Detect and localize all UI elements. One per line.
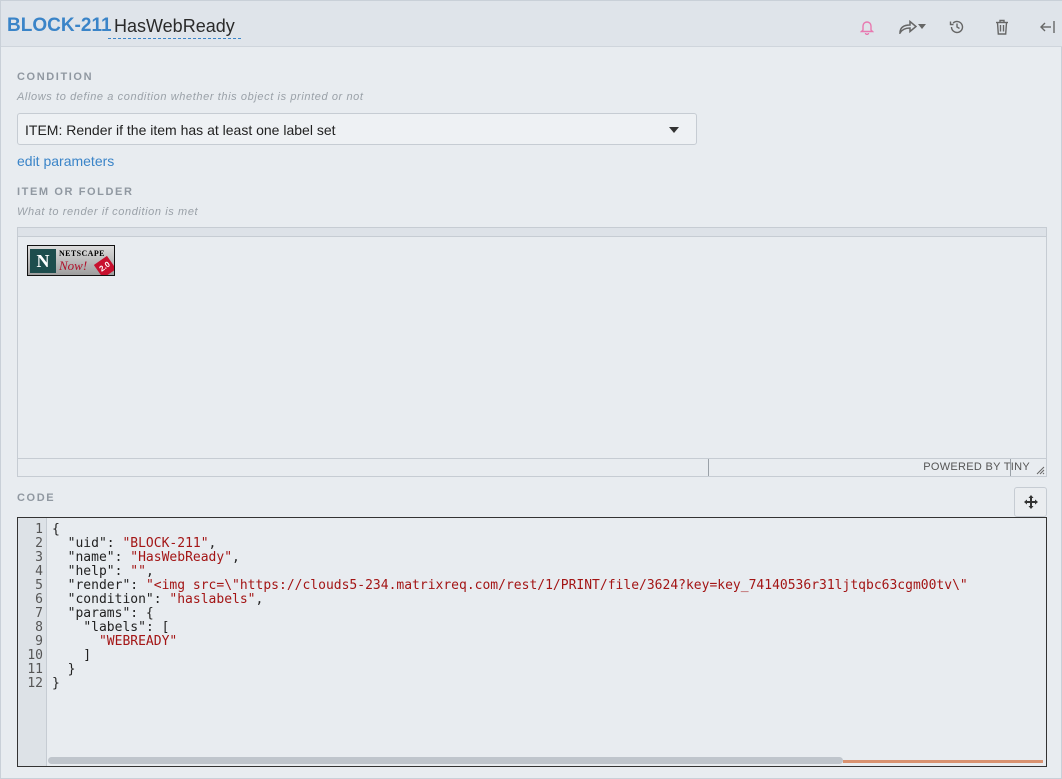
statusbar-divider	[708, 459, 709, 476]
code-token: "condition"	[67, 592, 154, 607]
line-number: 7	[35, 606, 43, 621]
item-or-folder-help: What to render if condition is met	[17, 206, 199, 218]
code-label: CODE	[17, 492, 56, 504]
line-number: 6	[35, 592, 43, 607]
item-id[interactable]: BLOCK-211	[7, 15, 112, 37]
collapse-icon[interactable]	[1036, 16, 1058, 38]
line-number: 4	[35, 564, 43, 579]
code-line: "render": "<img src=\"https://clouds5-23…	[67, 578, 968, 593]
item-or-folder-label: ITEM OR FOLDER	[17, 186, 134, 198]
code-line: {	[52, 523, 60, 537]
bell-icon[interactable]	[856, 16, 878, 38]
code-token: ""	[130, 564, 146, 579]
code-token: "params"	[67, 606, 131, 621]
code-token: {	[52, 522, 60, 537]
resize-handle-icon[interactable]	[1036, 466, 1045, 475]
code-line: ]	[52, 648, 92, 663]
code-line: "uid": "BLOCK-211",	[67, 536, 217, 551]
caret-down-icon	[669, 127, 679, 133]
condition-help: Allows to define a condition whether thi…	[17, 91, 364, 103]
code-line: "WEBREADY"	[52, 635, 177, 649]
netscape-n-logo: N	[30, 249, 56, 273]
line-number: 1	[35, 522, 43, 537]
line-number: 3	[35, 550, 43, 565]
item-header: BLOCK-211 HasWebReady	[1, 1, 1062, 47]
editor-statusbar: POWERED BY TINY	[18, 458, 1046, 476]
trash-icon[interactable]	[991, 16, 1013, 38]
edit-parameters-link[interactable]: edit parameters	[17, 153, 114, 169]
code-token: "uid"	[67, 536, 107, 551]
line-number: 2	[35, 536, 43, 551]
code-token: "name"	[67, 550, 115, 565]
code-line: "condition": "haslabels",	[67, 592, 264, 607]
expand-code-button[interactable]	[1014, 487, 1047, 517]
move-arrows-icon	[1023, 495, 1038, 509]
code-token: "render"	[67, 578, 131, 593]
code-line: "labels": [	[83, 620, 170, 635]
item-title-field[interactable]: HasWebReady	[108, 16, 241, 39]
scrollbar-thumb[interactable]	[48, 757, 843, 764]
code-editor[interactable]: 1 2 3 4 5 6 7 8 9 10 11 12 { "uid": "BLO…	[17, 517, 1047, 767]
code-token: "<img src=\"https://clouds5-234.matrixre…	[145, 578, 968, 593]
code-token: "haslabels"	[169, 592, 256, 607]
horizontal-scrollbar[interactable]	[48, 757, 1043, 764]
line-number: 5	[35, 578, 43, 593]
editor-toolbar	[18, 228, 1046, 237]
code-token: "labels"	[83, 620, 146, 635]
code-line: "params": {	[67, 606, 154, 621]
line-number: 10	[27, 648, 43, 663]
code-token: "help"	[67, 564, 115, 579]
code-line: "help": "",	[67, 564, 154, 579]
badge-netscape-text: NETSCAPE	[59, 249, 105, 258]
code-line: }	[52, 677, 60, 691]
history-icon[interactable]	[946, 16, 968, 38]
scrollbar-accent	[843, 760, 1043, 763]
condition-label: CONDITION	[17, 71, 94, 83]
netscape-now-image[interactable]: N NETSCAPE Now! 2.0	[27, 245, 115, 276]
line-number: 11	[27, 662, 43, 677]
rich-text-editor[interactable]: N NETSCAPE Now! 2.0 POWERED BY TINY	[17, 227, 1047, 477]
powered-by-tiny[interactable]: POWERED BY TINY	[923, 461, 1030, 473]
code-line: "name": "HasWebReady",	[67, 550, 240, 565]
code-token: "WEBREADY"	[98, 634, 178, 649]
app-frame: BLOCK-211 HasWebReady CONDITION Allows t…	[0, 0, 1062, 779]
condition-select-value: ITEM: Render if the item has at least on…	[25, 122, 336, 138]
line-number: 12	[27, 676, 43, 691]
condition-select[interactable]: ITEM: Render if the item has at least on…	[17, 113, 697, 145]
code-token: "HasWebReady"	[130, 550, 233, 565]
code-line: }	[52, 662, 76, 677]
line-number: 8	[35, 620, 43, 635]
badge-now-text: Now!	[59, 258, 88, 273]
chevron-down-icon[interactable]	[916, 16, 928, 38]
line-number: 9	[35, 634, 43, 649]
code-token: }	[52, 676, 60, 691]
line-number-gutter: 1 2 3 4 5 6 7 8 9 10 11 12	[18, 518, 47, 766]
badge-version-text: 2.0	[93, 255, 114, 275]
code-token: "BLOCK-211"	[122, 536, 209, 551]
